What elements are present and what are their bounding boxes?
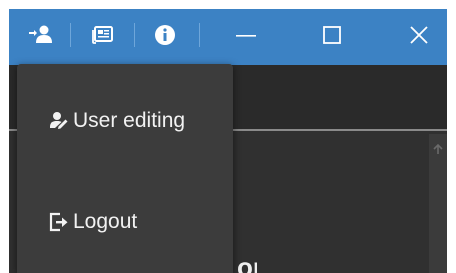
close-button[interactable] — [395, 17, 443, 53]
scroll-up-button[interactable] — [429, 140, 447, 158]
minimize-button[interactable] — [222, 17, 270, 53]
toolbar-separator — [199, 23, 200, 47]
close-icon — [410, 26, 428, 44]
info-icon — [155, 25, 175, 45]
toolbar-separator — [134, 23, 135, 47]
user-edit-icon — [47, 109, 71, 133]
info-button[interactable] — [151, 21, 179, 49]
app-window: or User editing — [9, 9, 447, 273]
menu-item-user-editing[interactable]: User editing — [17, 91, 233, 151]
menu-item-label: Logout — [73, 210, 138, 233]
maximize-icon — [323, 26, 341, 44]
maximize-button[interactable] — [308, 17, 356, 53]
logout-icon — [47, 210, 71, 234]
user-switch-icon — [29, 25, 52, 43]
title-bar — [9, 9, 447, 65]
menu-item-logout[interactable]: Logout — [17, 192, 233, 252]
user-switch-button[interactable] — [27, 21, 55, 49]
vertical-scrollbar[interactable] — [429, 134, 447, 273]
news-icon — [92, 26, 113, 44]
news-button[interactable] — [89, 21, 117, 49]
minimize-icon — [236, 35, 256, 37]
arrow-up-icon — [433, 143, 443, 154]
background-heading-fragment: or — [237, 252, 257, 273]
menu-item-label: User editing — [73, 109, 186, 132]
toolbar-separator — [70, 23, 71, 47]
user-dropdown-menu: User editing Logout — [17, 64, 233, 273]
